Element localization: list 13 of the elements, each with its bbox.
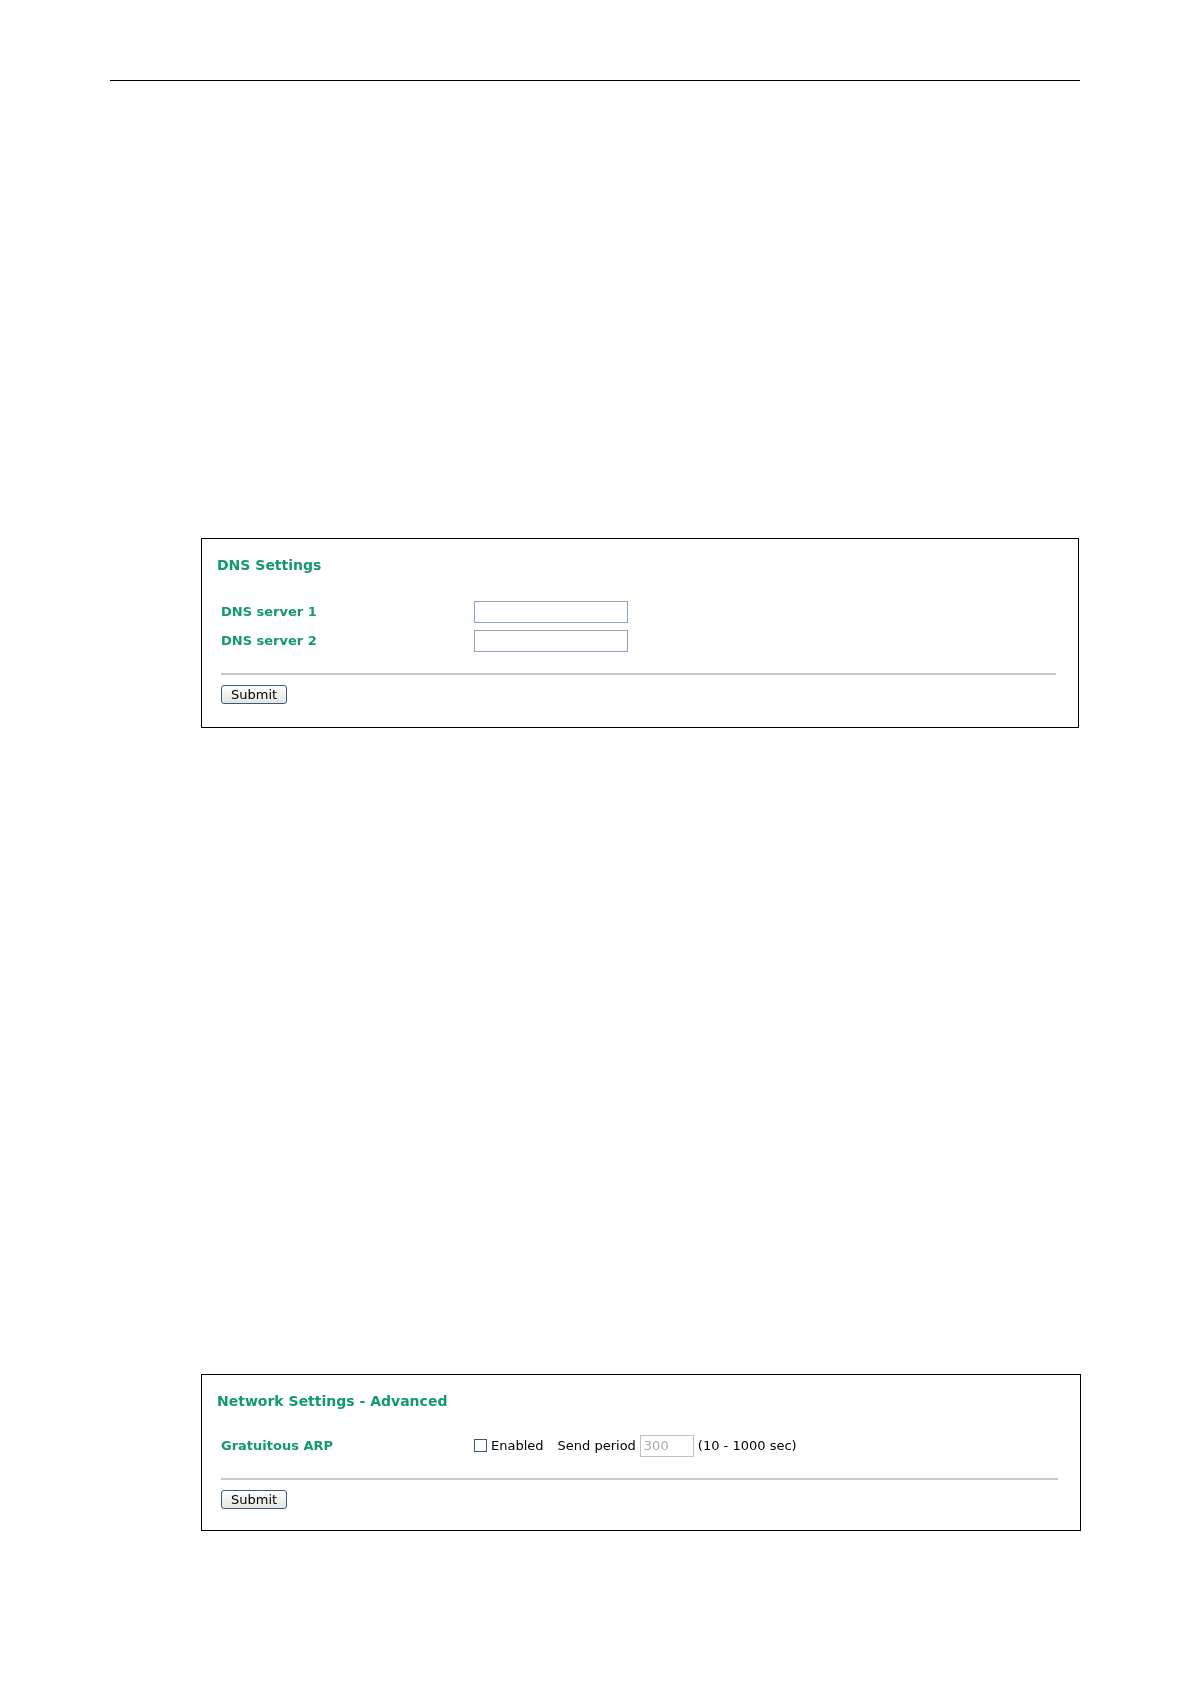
range-hint: (10 - 1000 sec) xyxy=(697,1438,797,1453)
input-field[interactable] xyxy=(474,629,628,652)
checkbox[interactable] xyxy=(474,1439,487,1452)
field-label: DNS server 1 xyxy=(221,604,318,619)
submit-button[interactable]: Submit xyxy=(221,1490,288,1509)
field-label: Gratuitous ARP xyxy=(221,1438,335,1453)
field-label: DNS server 2 xyxy=(221,633,318,648)
panel-title: DNS Settings xyxy=(217,557,323,573)
panel-title: Network Settings - Advanced xyxy=(217,1393,449,1409)
submit-button[interactable]: Submit xyxy=(221,685,288,704)
field-label: Send period xyxy=(557,1438,636,1453)
checkbox-label: Enabled xyxy=(491,1438,544,1453)
input-field[interactable] xyxy=(474,600,628,623)
